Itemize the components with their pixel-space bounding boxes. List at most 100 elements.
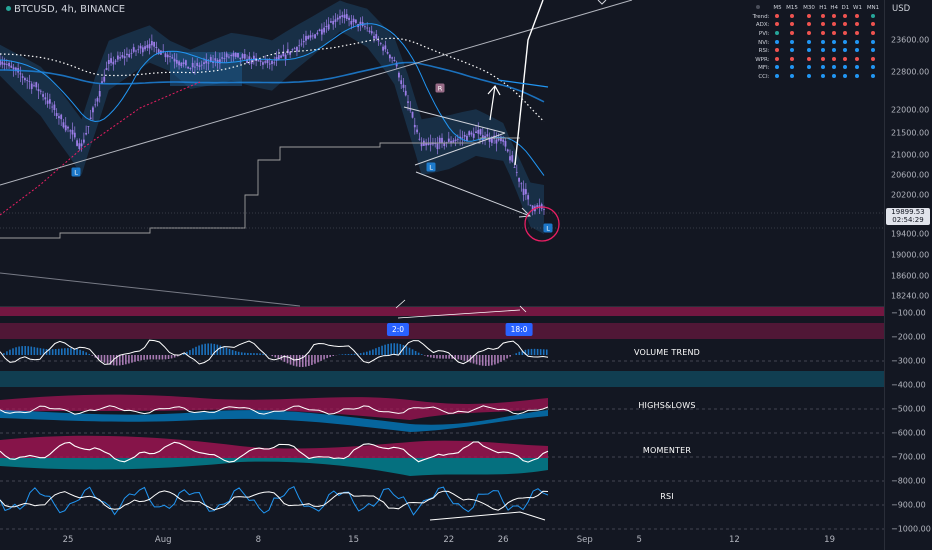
candle-body-5	[10, 65, 13, 68]
candle-body-16	[35, 82, 38, 88]
mtf-cell	[771, 56, 783, 65]
volume-hist-bar-83	[253, 353, 255, 355]
mtf-cell	[818, 13, 829, 22]
volume-hist-bar-95	[289, 355, 292, 365]
volume-hist-bar-123	[375, 348, 377, 355]
volume-hist-bar-84	[256, 353, 258, 355]
highs-lows-fill-blue	[0, 410, 548, 432]
volume-hist-bar-103	[314, 355, 316, 364]
volume-hist-bar-50	[152, 355, 155, 360]
candle-body-98	[221, 57, 224, 59]
candle-body-166	[375, 34, 378, 39]
volume-hist-bar-43	[131, 355, 133, 363]
candle-body-232	[524, 189, 527, 195]
arrow-up-small	[487, 84, 501, 121]
mtf-signal-dot	[855, 13, 860, 18]
panel-band-teal	[0, 371, 884, 387]
candle-body-20	[44, 97, 47, 100]
mtf-signal-dot	[870, 22, 875, 27]
candle-body-75	[169, 56, 171, 57]
time-tick-3: 15	[348, 535, 360, 545]
mtf-col-m15: M15	[786, 5, 798, 12]
mtf-cell	[783, 64, 800, 73]
mtf-signal-dot	[843, 48, 848, 53]
momenter-fill-teal	[0, 458, 548, 476]
volume-hist-bar-176	[536, 348, 539, 355]
mtf-cell	[840, 73, 851, 82]
mtf-row: ADX:	[744, 21, 882, 30]
candle-body-21	[46, 100, 49, 104]
signal-marker-3: R	[438, 85, 443, 93]
volume-hist-bar-41	[125, 355, 127, 365]
time-tick-9: 19	[824, 535, 836, 545]
time-tick-0: 25	[62, 535, 74, 545]
volume-hist-bar-63	[192, 348, 194, 355]
candle-body-23	[51, 106, 54, 108]
candle-body-153	[345, 14, 348, 19]
mtf-cell	[771, 73, 783, 82]
candle-body-76	[171, 57, 174, 59]
mtf-dashboard: M5 M15 M30 H1 H4 D1 W1 MN1 Trend: ADX: PVI: NVI: RSI…	[744, 4, 882, 81]
volume-hist-bar-102	[311, 355, 313, 365]
mtf-cell	[783, 56, 800, 65]
candle-body-124	[280, 55, 282, 58]
volume-hist-bar-136	[414, 351, 417, 355]
mtf-signal-dot	[832, 48, 837, 53]
volume-hist-bar-145	[442, 355, 444, 359]
candle-body-145	[327, 24, 330, 30]
candle-body-202	[456, 138, 459, 140]
volume-hist-bar-157	[478, 355, 481, 366]
candle-body-161	[364, 26, 366, 28]
candle-body-81	[182, 62, 185, 64]
time-tick-4: 22	[443, 535, 455, 545]
price-tick-5: 20600.00	[891, 170, 930, 180]
mtf-signal-dot	[843, 65, 848, 70]
mtf-col-m5: M5	[773, 5, 782, 12]
volume-hist-bar-44	[134, 355, 136, 362]
mtf-cell	[801, 73, 818, 82]
volume-hist-bar-178	[542, 349, 545, 355]
chart-canvas[interactable]: L L L R	[0, 0, 932, 550]
candle-body-173	[391, 57, 394, 59]
candle-body-195	[441, 137, 443, 143]
mtf-signal-dot	[821, 13, 826, 18]
mtf-signal-dot	[789, 48, 794, 53]
volume-hist-bar-179	[545, 349, 548, 355]
mtf-signal-dot	[855, 48, 860, 53]
volume-hist-bar-104	[317, 355, 319, 363]
candle-body-58	[130, 52, 133, 54]
candle-body-107	[241, 54, 244, 59]
candle-body-0	[0, 60, 1, 66]
candle-body-200	[452, 140, 455, 143]
mtf-cell	[801, 64, 818, 73]
mtf-cell	[801, 47, 818, 56]
mtf-col-m30: M30	[803, 5, 815, 12]
candle-body-44	[98, 91, 101, 97]
current-price-tag: 19899.53 02:54:29	[886, 208, 930, 225]
volume-hist-bar-139	[423, 355, 426, 356]
candle-body-139	[314, 34, 316, 39]
candle-body-90	[203, 62, 205, 64]
volume-hist-bar-74	[225, 347, 228, 355]
candle-body-42	[94, 104, 97, 106]
candle-body-101	[228, 56, 230, 58]
candle-body-99	[223, 58, 226, 59]
pivot-tag-right: 18:0	[505, 323, 533, 336]
candle-body-174	[393, 60, 396, 62]
price-tick-0: 23600.00	[891, 35, 930, 45]
candle-body-57	[128, 54, 131, 58]
price-tick-10: 18240.00	[891, 291, 930, 301]
volume-hist-bar-79	[240, 352, 243, 355]
time-tick-7: 5	[636, 535, 642, 545]
volume-hist-bar-151	[460, 355, 463, 360]
volume-hist-bar-13	[39, 348, 42, 355]
candle-body-230	[520, 183, 523, 185]
rsi-divergence-line	[429, 511, 546, 521]
volume-hist-bar-30	[91, 355, 94, 356]
volume-hist-bar-89	[271, 355, 274, 357]
currency-label: USD	[892, 4, 911, 14]
volume-hist-bar-53	[161, 355, 164, 360]
volume-hist-bar-12	[36, 347, 39, 355]
candle-body-224	[506, 149, 509, 152]
mtf-row: Trend:	[744, 13, 882, 22]
